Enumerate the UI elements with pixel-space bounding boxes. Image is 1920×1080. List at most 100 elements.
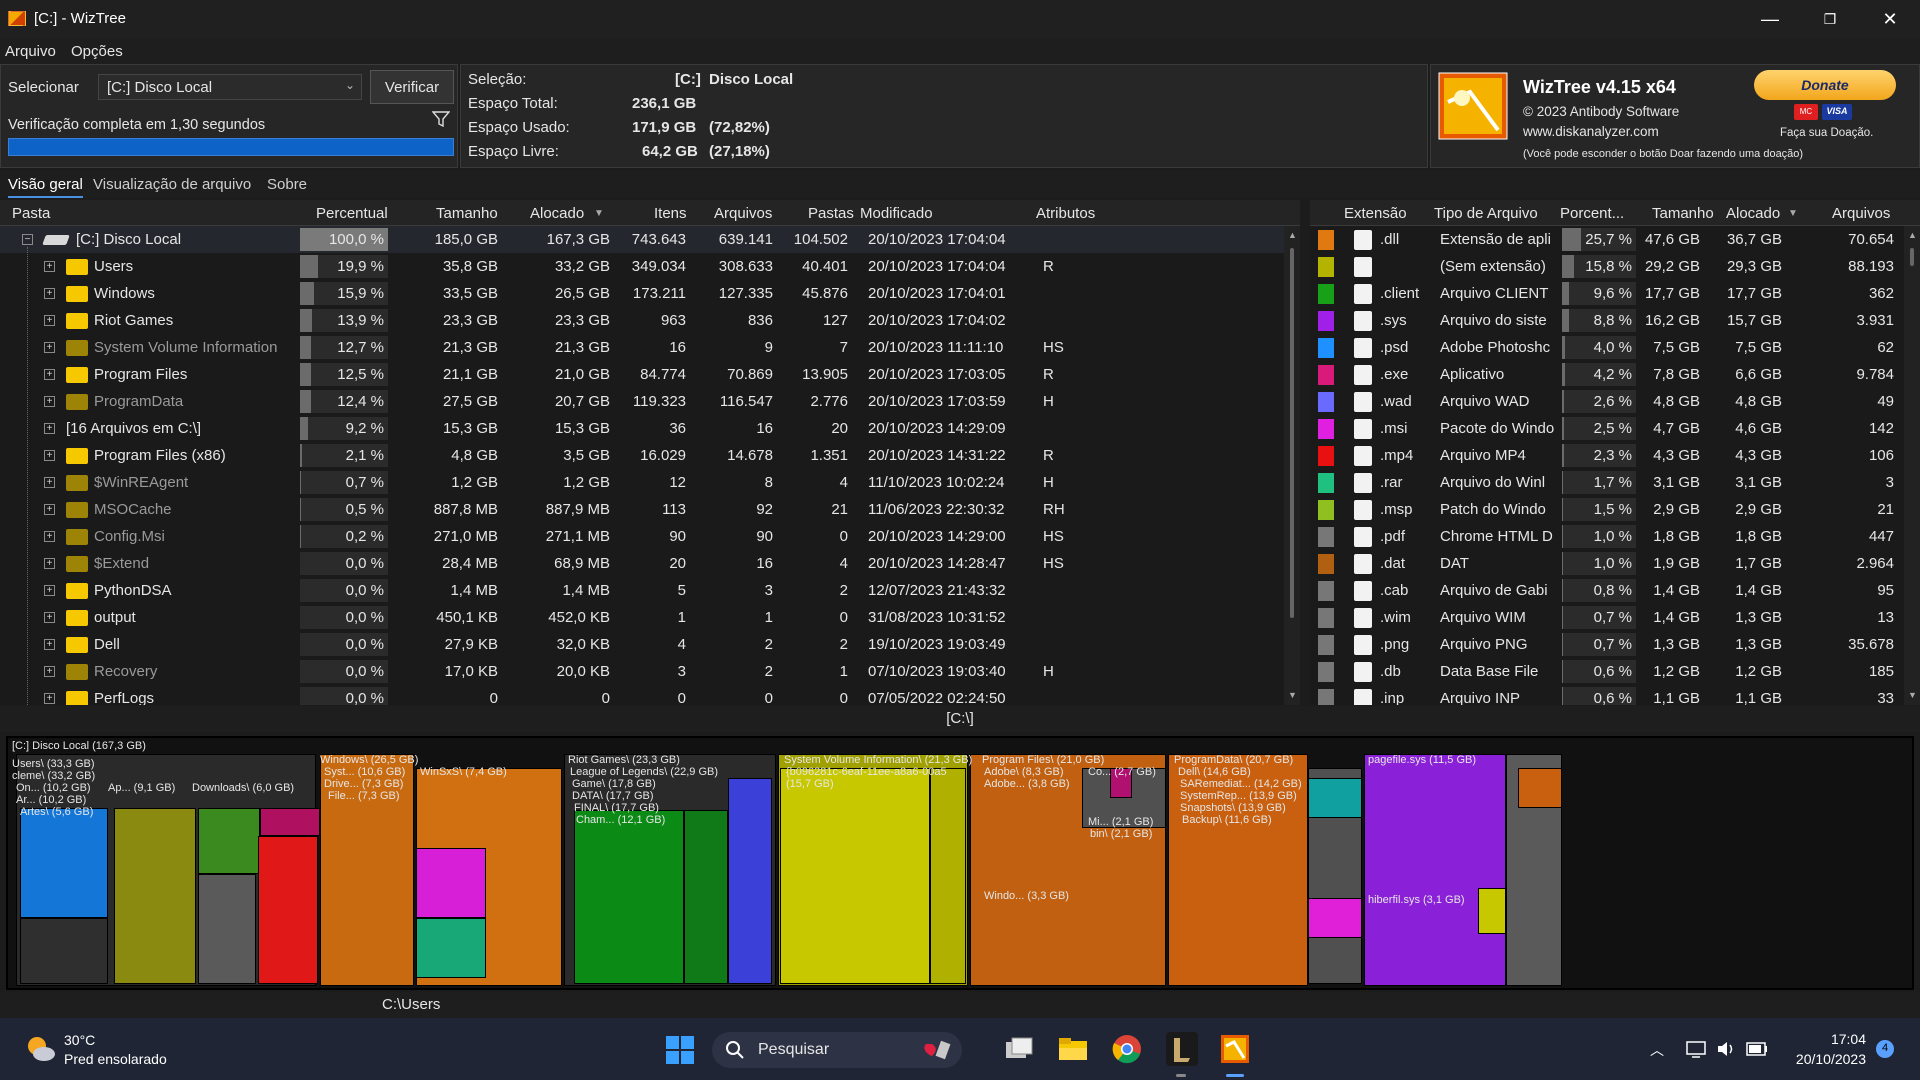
expand-toggle-icon[interactable]: +: [44, 369, 55, 380]
table-row[interactable]: + ProgramData 12,4 % 27,5 GB 20,7 GB 119.323 1…: [0, 388, 1285, 415]
col-file-type[interactable]: Tipo de Arquivo: [1434, 200, 1538, 226]
col-folders[interactable]: Pastas: [808, 200, 854, 226]
treemap-block[interactable]: [780, 768, 930, 984]
task-view-icon[interactable]: [1004, 1036, 1034, 1062]
extension-row[interactable]: (Sem extensão) 15,8 % 29,2 GB 29,3 GB 88.193: [1310, 253, 1904, 280]
expand-toggle-icon[interactable]: +: [44, 639, 55, 650]
expand-toggle-icon[interactable]: +: [44, 315, 55, 326]
expand-toggle-icon[interactable]: +: [44, 612, 55, 623]
menu-opcoes[interactable]: Opções: [71, 43, 123, 60]
scroll-down-icon[interactable]: ▼: [1288, 690, 1297, 700]
menu-arquivo[interactable]: Arquivo: [5, 43, 56, 60]
table-row[interactable]: + Riot Games 13,9 % 23,3 GB 23,3 GB 963 836 127…: [0, 307, 1285, 334]
treemap-block[interactable]: [258, 836, 318, 984]
extension-row[interactable]: .psd Adobe Photoshc 4,0 % 7,5 GB 7,5 GB 62: [1310, 334, 1904, 361]
search-box[interactable]: Pesquisar: [712, 1032, 962, 1068]
treemap-block[interactable]: [1518, 768, 1562, 808]
wiztree-taskbar-icon[interactable]: [1220, 1034, 1250, 1064]
col-ext-percent[interactable]: Porcent...: [1560, 200, 1624, 226]
extension-row[interactable]: .db Data Base File 0,6 % 1,2 GB 1,2 GB 185: [1310, 658, 1904, 685]
col-size[interactable]: Tamanho: [436, 200, 498, 226]
expand-toggle-icon[interactable]: +: [44, 450, 55, 461]
table-row[interactable]: + Program Files (x86) 2,1 % 4,8 GB 3,5 GB 16.…: [0, 442, 1285, 469]
close-button[interactable]: ✕: [1860, 0, 1920, 38]
extension-table-scrollbar[interactable]: ▲ ▼: [1904, 226, 1920, 705]
extension-row[interactable]: .dll Extensão de apli 25,7 % 47,6 GB 36,7 GB…: [1310, 226, 1904, 253]
extension-row[interactable]: .rar Arquivo do Winl 1,7 % 3,1 GB 3,1 GB 3: [1310, 469, 1904, 496]
treemap-block[interactable]: [1364, 754, 1506, 986]
expand-toggle-icon[interactable]: +: [44, 585, 55, 596]
table-row[interactable]: + Program Files 12,5 % 21,1 GB 21,0 GB 84.774…: [0, 361, 1285, 388]
table-row[interactable]: + Recovery 0,0 % 17,0 KB 20,0 KB 3 2 1 07/10/202…: [0, 658, 1285, 685]
table-row[interactable]: + output 0,0 % 450,1 KB 452,0 KB 1 1 0 31/08/202…: [0, 604, 1285, 631]
treemap-block[interactable]: [260, 808, 320, 836]
expand-toggle-icon[interactable]: +: [44, 504, 55, 515]
treemap-block[interactable]: [20, 808, 108, 918]
col-ext-allocated[interactable]: Alocado: [1726, 200, 1780, 226]
extension-row[interactable]: .exe Aplicativo 4,2 % 7,8 GB 6,6 GB 9.784: [1310, 361, 1904, 388]
table-row[interactable]: + Windows 15,9 % 33,5 GB 26,5 GB 173.211 127.3…: [0, 280, 1285, 307]
treemap[interactable]: [C:] Disco Local (167,3 GB) Users\ (33,3…: [6, 736, 1914, 990]
minimize-button[interactable]: —: [1740, 0, 1800, 38]
col-folder[interactable]: Pasta: [12, 200, 50, 226]
treemap-block[interactable]: [114, 808, 196, 984]
table-row[interactable]: + PerfLogs 0,0 % 0 0 0 0 0 07/05/2022 02:24:50: [0, 685, 1285, 705]
treemap-block[interactable]: [198, 808, 260, 874]
treemap-block[interactable]: [930, 768, 966, 984]
volume-icon[interactable]: [1716, 1040, 1736, 1058]
website-link[interactable]: www.diskanalyzer.com: [1523, 124, 1659, 139]
maximize-button[interactable]: ❐: [1800, 0, 1860, 38]
expand-toggle-icon[interactable]: +: [44, 261, 55, 272]
weather-temp[interactable]: 30°C: [64, 1032, 95, 1048]
clock-date[interactable]: 20/10/2023: [1776, 1051, 1866, 1067]
col-modified[interactable]: Modificado: [860, 200, 933, 226]
chrome-icon[interactable]: [1112, 1034, 1142, 1064]
extension-row[interactable]: .dat DAT 1,0 % 1,9 GB 1,7 GB 2.964: [1310, 550, 1904, 577]
tab-file-view[interactable]: Visualização de arquivo: [93, 176, 251, 193]
scroll-thumb[interactable]: [1290, 248, 1294, 618]
treemap-block[interactable]: [1308, 898, 1362, 938]
scroll-down-icon[interactable]: ▼: [1908, 690, 1917, 700]
treemap-block[interactable]: [416, 918, 486, 978]
extension-row[interactable]: .pdf Chrome HTML D 1,0 % 1,8 GB 1,8 GB 447: [1310, 523, 1904, 550]
expand-toggle-icon[interactable]: +: [44, 531, 55, 542]
col-ext-size[interactable]: Tamanho: [1652, 200, 1714, 226]
verify-button[interactable]: Verificar: [370, 70, 454, 104]
scroll-up-icon[interactable]: ▲: [1908, 230, 1917, 240]
treemap-block[interactable]: [1308, 778, 1362, 818]
expand-toggle-icon[interactable]: +: [44, 693, 55, 704]
extension-row[interactable]: .cab Arquivo de Gabi 0,8 % 1,4 GB 1,4 GB 95: [1310, 577, 1904, 604]
expand-toggle-icon[interactable]: +: [44, 477, 55, 488]
extension-row[interactable]: .wad Arquivo WAD 2,6 % 4,8 GB 4,8 GB 49: [1310, 388, 1904, 415]
col-files[interactable]: Arquivos: [714, 200, 772, 226]
col-items[interactable]: Itens: [654, 200, 687, 226]
drive-select[interactable]: [C:] Disco Local ⌄: [98, 74, 362, 100]
expand-toggle-icon[interactable]: +: [44, 558, 55, 569]
col-percent[interactable]: Percentual: [316, 200, 388, 226]
table-row[interactable]: + Dell 0,0 % 27,9 KB 32,0 KB 4 2 2 19/10/2023 19…: [0, 631, 1285, 658]
filter-icon[interactable]: [432, 110, 450, 128]
table-row[interactable]: + System Volume Information 12,7 % 21,3 GB 2…: [0, 334, 1285, 361]
windows-start-icon[interactable]: [666, 1036, 694, 1064]
extension-row[interactable]: .client Arquivo CLIENT 9,6 % 17,7 GB 17,7 GB…: [1310, 280, 1904, 307]
expand-toggle-icon[interactable]: −: [22, 234, 33, 245]
league-of-legends-icon[interactable]: [1166, 1032, 1198, 1066]
donate-button[interactable]: Donate: [1754, 70, 1896, 100]
table-row[interactable]: + PythonDSA 0,0 % 1,4 MB 1,4 MB 5 3 2 12/07/2023…: [0, 577, 1285, 604]
col-allocated[interactable]: Alocado: [530, 200, 584, 226]
battery-icon[interactable]: [1746, 1042, 1768, 1056]
col-ext-files[interactable]: Arquivos: [1832, 200, 1890, 226]
table-row[interactable]: + [16 Arquivos em C:\] 9,2 % 15,3 GB 15,3 GB…: [0, 415, 1285, 442]
treemap-block[interactable]: [574, 810, 684, 984]
table-row[interactable]: + Config.Msi 0,2 % 271,0 MB 271,1 MB 90 90 0 20/…: [0, 523, 1285, 550]
tab-about[interactable]: Sobre: [267, 176, 307, 193]
extension-row[interactable]: .inp Arquivo INP 0,6 % 1,1 GB 1,1 GB 33: [1310, 685, 1904, 705]
expand-toggle-icon[interactable]: +: [44, 288, 55, 299]
weather-desc[interactable]: Pred ensolarado: [64, 1051, 167, 1067]
expand-toggle-icon[interactable]: +: [44, 396, 55, 407]
file-explorer-icon[interactable]: [1058, 1036, 1088, 1062]
table-row-root[interactable]: − [C:] Disco Local 100,0 % 185,0 GB 167,3 GB…: [0, 226, 1285, 253]
scroll-up-icon[interactable]: ▲: [1288, 230, 1297, 240]
col-attributes[interactable]: Atributos: [1036, 200, 1095, 226]
treemap-block[interactable]: [20, 918, 108, 984]
